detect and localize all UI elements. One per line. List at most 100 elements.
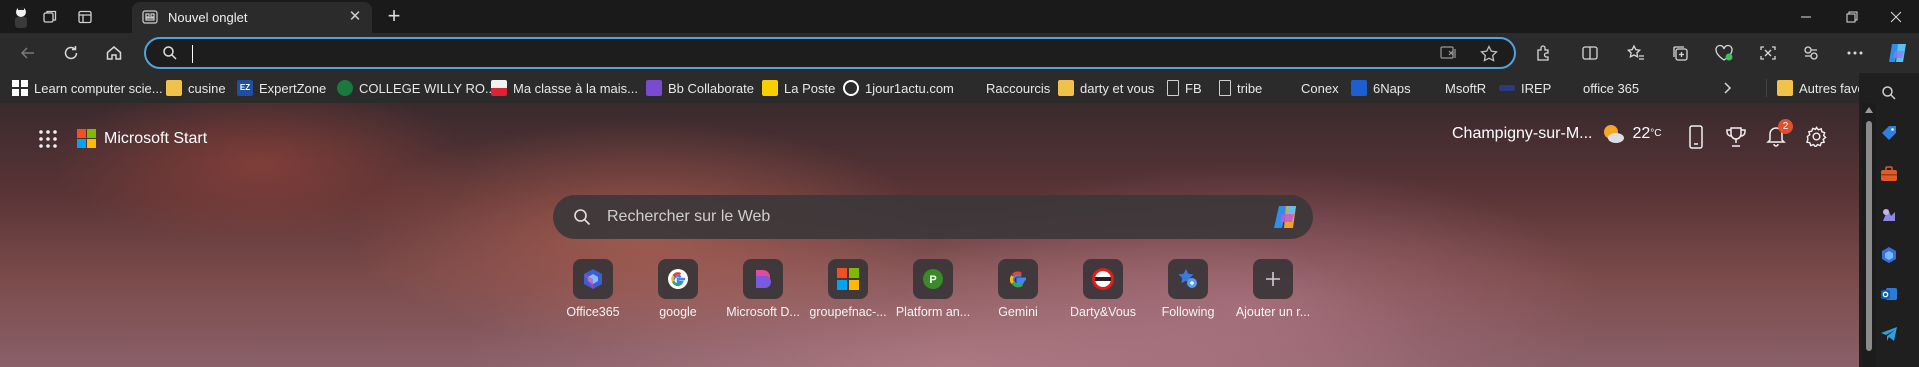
following-icon [1178, 269, 1197, 288]
games-icon[interactable] [1880, 206, 1898, 224]
bookmark-item[interactable]: FB [1167, 79, 1202, 97]
bookmark-item[interactable]: La Poste [762, 79, 835, 97]
quick-link-label: Gemini [998, 305, 1038, 319]
more-options-icon[interactable] [1843, 41, 1867, 65]
browser-essentials-icon[interactable] [1712, 41, 1736, 65]
collections-icon[interactable] [1668, 41, 1692, 65]
bookmark-item[interactable]: EZ ExpertZone [237, 79, 326, 97]
quick-link-tile[interactable]: groupefnac-... [803, 259, 893, 319]
outlook-icon[interactable] [1880, 285, 1898, 303]
add-quick-link-tile[interactable]: Ajouter un r... [1228, 259, 1318, 319]
bookmark-label: office 365 [1583, 80, 1640, 96]
bookmark-folder[interactable]: darty et vous [1058, 79, 1154, 97]
app-available-icon[interactable] [1440, 45, 1458, 61]
bookmark-label: tribe [1237, 80, 1263, 96]
bookmark-label: La Poste [784, 80, 836, 96]
quick-link-label: groupefnac-... [809, 305, 887, 319]
office365-icon [584, 269, 602, 289]
bookmark-item[interactable]: Raccourcis [964, 79, 1050, 97]
refresh-icon[interactable] [59, 41, 83, 65]
scrollbar-thumb[interactable] [1866, 121, 1872, 351]
phone-icon[interactable] [1688, 125, 1704, 149]
performance-icon[interactable] [1799, 41, 1823, 65]
more-favorites-chevron-icon[interactable] [1722, 79, 1732, 97]
tools-briefcase-icon[interactable] [1880, 166, 1898, 182]
quick-link-tile[interactable]: google [633, 259, 723, 319]
bookmark-label: Ma classe à la mais... [513, 80, 638, 96]
notifications-bell[interactable]: 2 [1765, 119, 1793, 149]
bookmark-item[interactable]: Learn computer scie... [12, 79, 163, 97]
address-input[interactable] [190, 44, 1390, 64]
shopping-tag-icon[interactable] [1880, 124, 1898, 142]
bookmark-label: 1jour1actu.com [865, 80, 954, 96]
split-screen-icon[interactable] [1578, 41, 1602, 65]
page-icon [1167, 80, 1179, 96]
app-launcher-grid-icon[interactable] [39, 130, 57, 148]
quick-link-tile[interactable]: Following [1143, 259, 1233, 319]
bookmark-item[interactable]: office 365 [1561, 79, 1639, 97]
bookmark-label: FB [1185, 80, 1202, 96]
bookmark-label: 6Naps [1373, 80, 1411, 96]
quick-link-tile[interactable]: Microsoft D... [718, 259, 808, 319]
copilot-icon[interactable] [1272, 204, 1300, 230]
page-scrollbar[interactable] [1862, 103, 1876, 367]
new-tab-button[interactable]: + [382, 5, 406, 29]
bookmark-label: ExpertZone [259, 80, 327, 96]
temperature-value: 22 [1632, 125, 1651, 142]
quick-link-label: Darty&Vous [1069, 305, 1136, 319]
bookmark-folder[interactable]: cusine [166, 79, 226, 97]
microsoft-start-logo[interactable]: Microsoft Start [77, 129, 207, 148]
rewards-trophy-icon[interactable] [1725, 126, 1747, 148]
extensions-puzzle-icon[interactable] [1532, 41, 1556, 65]
bookmark-item[interactable]: Ma classe à la mais... [491, 79, 638, 97]
quick-link-tile[interactable]: Office365 [548, 259, 638, 319]
quick-link-label: Microsoft D... [726, 305, 800, 319]
bookmark-label: Raccourcis [986, 80, 1051, 96]
quick-link-tile[interactable]: Darty&Vous [1058, 259, 1148, 319]
microsoft-logo-icon [77, 129, 96, 148]
quick-link-tile[interactable]: Gemini [973, 259, 1063, 319]
favorites-list-icon[interactable] [1624, 41, 1648, 65]
bookmark-label: darty et vous [1080, 80, 1155, 96]
weather-widget[interactable]: Champigny-sur-M... 22 °C [1452, 123, 1662, 145]
home-icon[interactable] [102, 41, 126, 65]
vertical-tabs-icon[interactable] [73, 5, 97, 29]
minimize-button[interactable] [1783, 0, 1829, 33]
address-bar[interactable] [144, 37, 1516, 69]
darty-icon [1092, 268, 1114, 290]
back-arrow-icon[interactable] [16, 41, 40, 65]
scroll-up-arrow-icon[interactable] [1865, 107, 1873, 113]
microsoft-365-icon[interactable] [1880, 246, 1898, 264]
bookmark-item[interactable]: IREP [1499, 79, 1551, 97]
folder-icon [1777, 80, 1793, 96]
close-tab-icon[interactable]: ✕ [346, 8, 364, 26]
folder-icon [166, 80, 182, 96]
send-telegram-icon[interactable] [1880, 326, 1898, 342]
quick-link-tile[interactable]: P Platform an... [888, 259, 978, 319]
bookmark-label: IREP [1521, 80, 1552, 96]
copilot-icon[interactable] [1886, 41, 1910, 65]
search-placeholder: Rechercher sur le Web [607, 208, 771, 225]
bookmark-item[interactable]: COLLEGE WILLY RO... [337, 79, 496, 97]
restore-button[interactable] [1829, 0, 1875, 33]
workspaces-icon[interactable] [38, 5, 62, 29]
bookmark-item[interactable]: 1jour1actu.com [843, 79, 954, 97]
temperature-unit: °C [1650, 127, 1662, 139]
brand-title: Microsoft Start [104, 129, 208, 147]
sidebar-search-icon[interactable] [1881, 85, 1897, 101]
tab-new-tab[interactable]: Nouvel onglet ✕ [132, 2, 372, 33]
screenshot-icon[interactable] [1756, 41, 1780, 65]
profile-avatar-icon[interactable] [9, 5, 33, 29]
bookmark-item[interactable]: Conex [1279, 79, 1339, 97]
settings-gear-icon[interactable] [1806, 126, 1827, 147]
microsoft-icon [1423, 80, 1439, 96]
web-search-box[interactable]: Rechercher sur le Web [553, 195, 1313, 239]
bookmark-item[interactable]: 6Naps [1351, 79, 1411, 97]
svg-text:P: P [929, 274, 936, 286]
favorite-star-icon[interactable] [1480, 45, 1498, 62]
new-tab-page-icon [142, 10, 158, 24]
close-window-button[interactable] [1873, 0, 1919, 33]
bookmark-item[interactable]: MsoftR [1423, 79, 1486, 97]
bookmark-item[interactable]: Bb Collaborate [646, 79, 754, 97]
bookmark-item[interactable]: tribe [1219, 79, 1262, 97]
